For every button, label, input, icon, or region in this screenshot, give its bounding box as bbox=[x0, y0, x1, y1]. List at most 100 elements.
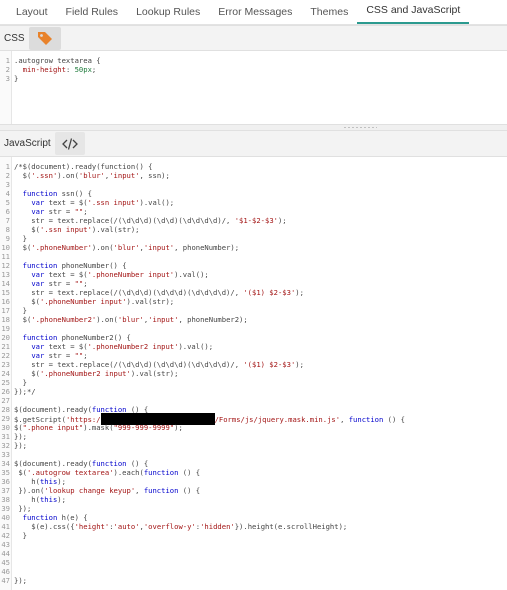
code-line: 4 function ssn() { bbox=[0, 189, 92, 198]
line-number: 47 bbox=[1, 576, 10, 585]
css-editor[interactable]: 1 .autogrow textarea {2 min-height: 50px;… bbox=[0, 51, 507, 124]
code-line: 17 } bbox=[0, 306, 27, 315]
code-line: 41 $(e).css({'height':'auto','overflow-y… bbox=[0, 522, 347, 531]
code-text: .autogrow textarea { bbox=[14, 56, 101, 65]
code-line: 24 $('.phoneNumber2 input').val(str); bbox=[0, 369, 178, 378]
line-number: 21 bbox=[1, 342, 10, 351]
code-text: var str = ""; bbox=[31, 207, 88, 216]
code-line: 43 bbox=[0, 540, 10, 549]
line-number: 8 bbox=[5, 225, 10, 234]
tag-icon bbox=[37, 32, 52, 45]
code-line: 6 var str = ""; bbox=[0, 207, 88, 216]
splitter-grip[interactable] bbox=[343, 126, 377, 129]
tab-layout[interactable]: Layout bbox=[0, 0, 57, 24]
line-number: 43 bbox=[1, 540, 10, 549]
code-text: var str = ""; bbox=[31, 279, 88, 288]
code-text: var str = ""; bbox=[31, 351, 88, 360]
line-number: 22 bbox=[1, 351, 10, 360]
code-line: 40 function h(e) { bbox=[0, 513, 87, 522]
code-text: str = text.replace(/(\d\d\d)(\d\d\d)(\d\… bbox=[14, 288, 304, 297]
code-line: 15 str = text.replace(/(\d\d\d)(\d\d\d)(… bbox=[0, 288, 304, 297]
code-line: 35 $('.autogrow textarea').each(function… bbox=[0, 468, 200, 477]
line-number: 4 bbox=[5, 189, 10, 198]
tab-bar: Layout Field Rules Lookup Rules Error Me… bbox=[0, 0, 507, 25]
code-line: 5 var text = $('.ssn input').val(); bbox=[0, 198, 174, 207]
tab-themes[interactable]: Themes bbox=[301, 0, 357, 24]
code-text: } bbox=[14, 531, 27, 540]
line-number: 41 bbox=[1, 522, 10, 531]
line-number: 19 bbox=[1, 324, 10, 333]
code-line: 20 function phoneNumber2() { bbox=[0, 333, 131, 342]
line-number: 33 bbox=[1, 450, 10, 459]
code-text: var text = $('.phoneNumber2 input').val(… bbox=[31, 342, 214, 351]
tab-css-and-javascript[interactable]: CSS and JavaScript bbox=[357, 0, 470, 24]
line-number: 44 bbox=[1, 549, 10, 558]
line-number: 20 bbox=[1, 333, 10, 342]
code-text: } bbox=[14, 234, 27, 243]
code-line: 12 function phoneNumber() { bbox=[0, 261, 126, 270]
line-number: 10 bbox=[1, 243, 10, 252]
line-number: 1 bbox=[5, 162, 10, 171]
code-line: 28 $(document).ready(function () { bbox=[0, 405, 148, 414]
code-line: 21 var text = $('.phoneNumber2 input').v… bbox=[0, 342, 213, 351]
tab-lookup-rules[interactable]: Lookup Rules bbox=[127, 0, 209, 24]
code-line: 11 bbox=[0, 252, 10, 261]
code-text: var text = $('.phoneNumber input').val()… bbox=[31, 270, 209, 279]
js-editor[interactable]: 1/*$(document).ready(function() {2 $('.s… bbox=[0, 157, 507, 590]
code-line: 25 } bbox=[0, 378, 27, 387]
code-text: }); bbox=[14, 441, 27, 450]
code-line: 42 } bbox=[0, 531, 27, 540]
code-text: $('.autogrow textarea').each(function ()… bbox=[14, 468, 201, 477]
line-number: 15 bbox=[1, 288, 10, 297]
code-line: 44 bbox=[0, 549, 10, 558]
line-number: 14 bbox=[1, 279, 10, 288]
css-section-header: CSS bbox=[0, 25, 507, 51]
js-code-button[interactable] bbox=[54, 132, 85, 155]
code-text: } bbox=[14, 378, 27, 387]
tab-field-rules[interactable]: Field Rules bbox=[57, 0, 128, 24]
code-text: h(this); bbox=[14, 477, 66, 486]
line-number: 40 bbox=[1, 513, 10, 522]
line-number: 29 bbox=[1, 414, 10, 423]
line-number: 32 bbox=[1, 441, 10, 450]
line-number: 13 bbox=[1, 270, 10, 279]
line-number: 27 bbox=[1, 396, 10, 405]
code-line: 46 bbox=[0, 567, 10, 576]
code-line: 3 bbox=[0, 180, 10, 189]
line-number: 34 bbox=[1, 459, 10, 468]
code-line: 29 $.getScript('https://Forms/js/jquery.m… bbox=[0, 413, 405, 425]
code-line: 13 var text = $('.phoneNumber input').va… bbox=[0, 270, 208, 279]
css-tag-button[interactable] bbox=[28, 26, 61, 50]
code-text: str = text.replace(/(\d\d\d)(\d\d\d)(\d\… bbox=[14, 360, 304, 369]
code-line: 22 var str = ""; bbox=[0, 351, 87, 360]
code-line: 10 $('.phoneNumber').on('blur','input', … bbox=[0, 243, 239, 252]
line-number: 46 bbox=[1, 567, 10, 576]
code-line: 1 .autogrow textarea { bbox=[0, 56, 101, 65]
tab-error-messages[interactable]: Error Messages bbox=[209, 0, 301, 24]
code-line: 18 $('.phoneNumber2').on('blur','input',… bbox=[0, 315, 247, 324]
line-number: 2 bbox=[5, 171, 10, 180]
line-number: 26 bbox=[1, 387, 10, 396]
line-number: 39 bbox=[1, 504, 10, 513]
code-line: 45 bbox=[0, 558, 10, 567]
code-text: $('.phoneNumber2 input').val(str); bbox=[14, 369, 179, 378]
code-text: }); bbox=[14, 576, 27, 585]
line-number: 16 bbox=[1, 297, 10, 306]
line-number: 3 bbox=[5, 74, 10, 83]
code-line: 16 $('.phoneNumber input').val(str); bbox=[0, 297, 174, 306]
code-text: $('.phoneNumber input').val(str); bbox=[14, 297, 175, 306]
code-line: 26});*/ bbox=[0, 387, 35, 396]
line-number: 7 bbox=[5, 216, 10, 225]
line-number: 31 bbox=[1, 432, 10, 441]
code-line: 19 bbox=[0, 324, 10, 333]
line-number: 42 bbox=[1, 531, 10, 540]
code-line: 8 $('.ssn input').val(str); bbox=[0, 225, 140, 234]
line-number: 3 bbox=[5, 180, 10, 189]
line-number: 38 bbox=[1, 495, 10, 504]
code-text: } bbox=[14, 74, 19, 83]
line-number: 1 bbox=[5, 56, 10, 65]
code-line: 32}); bbox=[0, 441, 27, 450]
code-text: $('.phoneNumber2').on('blur','input', ph… bbox=[14, 315, 248, 324]
code-line: 31}); bbox=[0, 432, 27, 441]
code-text: function h(e) { bbox=[22, 513, 88, 522]
